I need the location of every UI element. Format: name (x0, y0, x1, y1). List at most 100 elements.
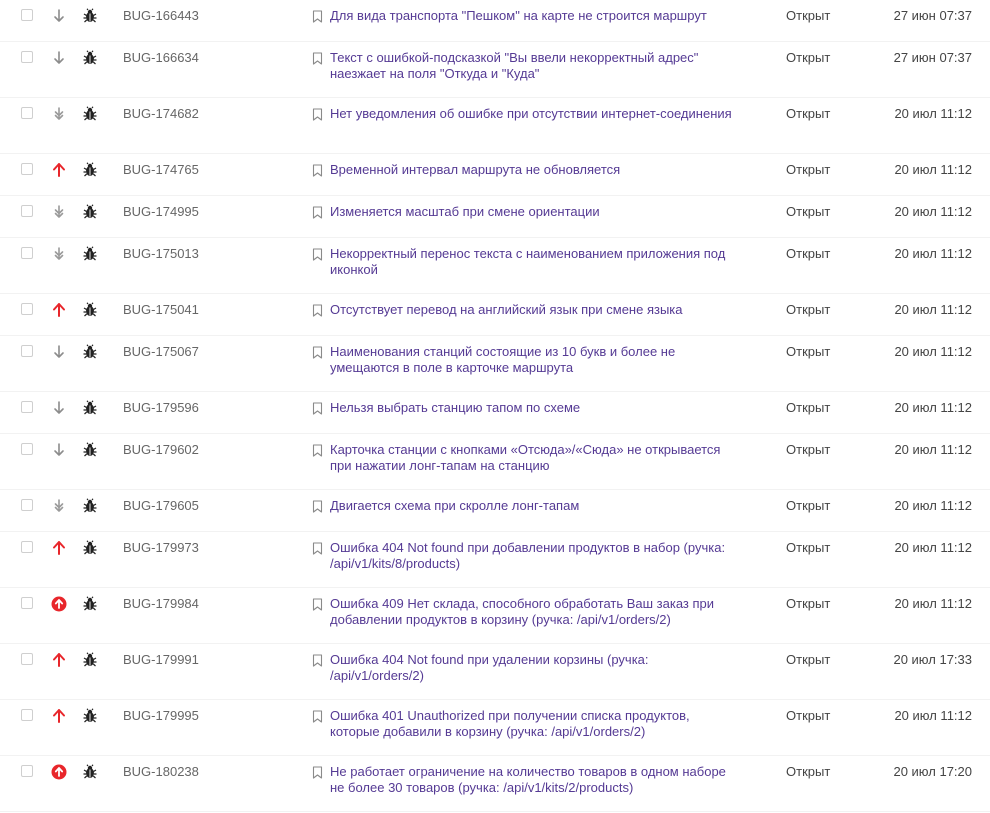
issue-row[interactable]: BUG-174765 Временной интервал маршрута н… (0, 154, 990, 196)
issue-row[interactable]: BUG-175041 Отсутствует перевод на англий… (0, 294, 990, 336)
bookmark-icon[interactable] (312, 766, 323, 779)
issue-title[interactable]: Временной интервал маршрута не обновляет… (330, 162, 740, 178)
issue-title[interactable]: Некорректный перенос текста с наименован… (330, 246, 740, 278)
issue-title[interactable]: Ошибка 404 Not found при удалении корзин… (330, 652, 740, 684)
issue-row[interactable]: BUG-179973 Ошибка 404 Not found при доба… (0, 532, 990, 588)
bug-type-icon (82, 302, 98, 318)
row-checkbox[interactable] (21, 653, 33, 665)
high-arrow-icon (51, 302, 67, 318)
trivial-arrow-icon (51, 246, 67, 262)
issue-title[interactable]: Наименования станций состоящие из 10 бук… (330, 344, 740, 376)
row-checkbox[interactable] (21, 163, 33, 175)
trivial-arrow-icon (51, 498, 67, 514)
issue-key[interactable]: BUG-175041 (123, 302, 199, 318)
issue-title[interactable]: Отсутствует перевод на английский язык п… (330, 302, 740, 318)
issue-title[interactable]: Ошибка 401 Unauthorized при получении сп… (330, 708, 740, 740)
bookmark-icon[interactable] (312, 52, 323, 65)
bookmark-icon[interactable] (312, 346, 323, 359)
issue-title[interactable]: Нельзя выбрать станцию тапом по схеме (330, 400, 740, 416)
issue-key[interactable]: BUG-179991 (123, 652, 199, 668)
bug-type-icon (82, 344, 98, 360)
issue-key[interactable]: BUG-166634 (123, 50, 199, 66)
issue-title[interactable]: Текст с ошибкой-подсказкой "Вы ввели нек… (330, 50, 740, 82)
row-checkbox[interactable] (21, 303, 33, 315)
issue-row[interactable]: BUG-179995 Ошибка 401 Unauthorized при п… (0, 700, 990, 756)
row-checkbox[interactable] (21, 443, 33, 455)
issue-key[interactable]: BUG-175067 (123, 344, 199, 360)
issue-row[interactable]: BUG-174682 Нет уведомления об ошибке при… (0, 98, 990, 154)
row-checkbox[interactable] (21, 205, 33, 217)
row-checkbox[interactable] (21, 51, 33, 63)
issue-title[interactable]: Ошибка 404 Not found при добавлении прод… (330, 540, 740, 572)
issue-row[interactable]: BUG-175013 Некорректный перенос текста с… (0, 238, 990, 294)
bookmark-icon[interactable] (312, 304, 323, 317)
issue-key[interactable]: BUG-179596 (123, 400, 199, 416)
issue-date: 20 июл 11:12 (894, 162, 972, 177)
row-checkbox[interactable] (21, 345, 33, 357)
row-checkbox[interactable] (21, 9, 33, 21)
issue-row[interactable]: BUG-179984 Ошибка 409 Нет склада, способ… (0, 588, 990, 644)
issue-row[interactable]: BUG-166634 Текст с ошибкой-подсказкой "В… (0, 42, 990, 98)
issue-date: 20 июл 11:12 (894, 106, 972, 121)
issue-key[interactable]: BUG-179602 (123, 442, 199, 458)
issue-title[interactable]: Не работает ограничение на количество то… (330, 764, 740, 796)
critical-circle-icon (51, 764, 67, 780)
issue-key[interactable]: BUG-180238 (123, 764, 199, 780)
row-checkbox[interactable] (21, 541, 33, 553)
bug-type-icon (82, 442, 98, 458)
row-checkbox[interactable] (21, 499, 33, 511)
bookmark-icon[interactable] (312, 500, 323, 513)
bookmark-icon[interactable] (312, 654, 323, 667)
issue-date: 20 июл 11:12 (894, 344, 972, 359)
bookmark-icon[interactable] (312, 598, 323, 611)
bookmark-icon[interactable] (312, 248, 323, 261)
bookmark-icon[interactable] (312, 542, 323, 555)
issue-row[interactable]: BUG-166443 Для вида транспорта "Пешком" … (0, 0, 990, 42)
issue-key[interactable]: BUG-175013 (123, 246, 199, 262)
issue-row[interactable]: BUG-179991 Ошибка 404 Not found при удал… (0, 644, 990, 700)
issue-key[interactable]: BUG-174995 (123, 204, 199, 220)
issue-key[interactable]: BUG-174765 (123, 162, 199, 178)
issue-title[interactable]: Для вида транспорта "Пешком" на карте не… (330, 8, 740, 24)
issue-row[interactable]: BUG-174995 Изменяется масштаб при смене … (0, 196, 990, 238)
issue-key[interactable]: BUG-179973 (123, 540, 199, 556)
bug-type-icon (82, 596, 98, 612)
low-arrow-icon (51, 442, 67, 458)
issue-row[interactable]: BUG-175067 Наименования станций состоящи… (0, 336, 990, 392)
bookmark-icon[interactable] (312, 10, 323, 23)
issue-row[interactable]: BUG-179605 Двигается схема при скролле л… (0, 490, 990, 532)
issue-key[interactable]: BUG-166443 (123, 8, 199, 24)
issue-status: Открыт (786, 344, 831, 359)
issue-key[interactable]: BUG-179995 (123, 708, 199, 724)
row-checkbox[interactable] (21, 597, 33, 609)
row-checkbox[interactable] (21, 765, 33, 777)
issue-row[interactable]: BUG-179596 Нельзя выбрать станцию тапом … (0, 392, 990, 434)
issue-title[interactable]: Нет уведомления об ошибке при отсутствии… (330, 106, 740, 122)
issue-status: Открыт (786, 596, 831, 611)
issue-row[interactable]: BUG-180238 Не работает ограничение на ко… (0, 756, 990, 812)
bookmark-icon[interactable] (312, 710, 323, 723)
bookmark-icon[interactable] (312, 108, 323, 121)
issue-title[interactable]: Карточка станции с кнопками «Отсюда»/«Сю… (330, 442, 740, 474)
issue-status: Открыт (786, 498, 831, 513)
bookmark-icon[interactable] (312, 402, 323, 415)
row-checkbox[interactable] (21, 709, 33, 721)
row-checkbox[interactable] (21, 401, 33, 413)
issue-title[interactable]: Изменяется масштаб при смене ориентации (330, 204, 740, 220)
issue-key[interactable]: BUG-179984 (123, 596, 199, 612)
critical-circle-icon (51, 596, 67, 612)
row-checkbox[interactable] (21, 247, 33, 259)
low-arrow-icon (51, 50, 67, 66)
row-checkbox[interactable] (21, 107, 33, 119)
issue-key[interactable]: BUG-179605 (123, 498, 199, 514)
bookmark-icon[interactable] (312, 444, 323, 457)
issue-title[interactable]: Двигается схема при скролле лонг-тапам (330, 498, 740, 514)
bug-type-icon (82, 498, 98, 514)
issue-key[interactable]: BUG-174682 (123, 106, 199, 122)
issue-row[interactable]: BUG-179602 Карточка станции с кнопками «… (0, 434, 990, 490)
issue-title[interactable]: Ошибка 409 Нет склада, способного обрабо… (330, 596, 740, 628)
bookmark-icon[interactable] (312, 206, 323, 219)
bookmark-icon[interactable] (312, 164, 323, 177)
issue-status: Открыт (786, 400, 831, 415)
issue-date: 20 июл 17:33 (893, 652, 972, 667)
